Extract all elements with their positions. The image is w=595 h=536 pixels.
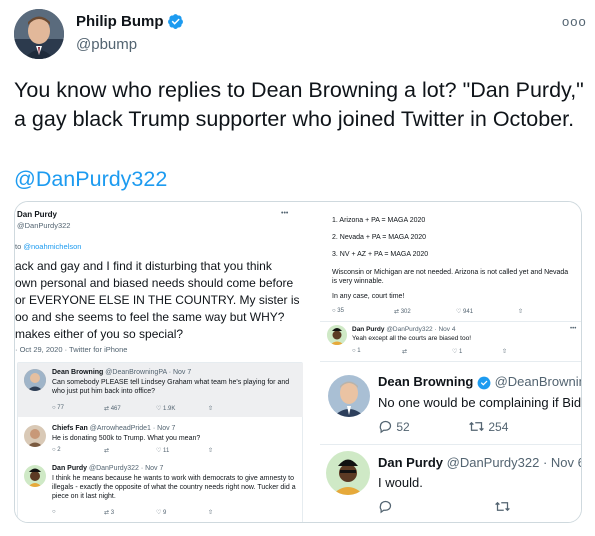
retweet-icon: ⇄ xyxy=(402,349,408,355)
tweet-text: You know who replies to Dean Browning a … xyxy=(14,78,584,131)
avatar xyxy=(327,325,347,345)
quoted-tweet: Dean Browning @DeanBrowningPA · Nov 7 Ca… xyxy=(18,363,303,417)
reply-icon: 52 xyxy=(378,419,468,434)
reply-count: 52 xyxy=(396,419,410,434)
like-count: ♡ 11 xyxy=(156,448,170,454)
reply-author: Dan Purdy @DanPurdy322 · Nov 6 xyxy=(378,455,582,470)
retweet-count: ⇄ 3 xyxy=(104,510,115,516)
list-item: 1. Arizona + PA = MAGA 2020 xyxy=(332,217,426,224)
quoted-thread: Dean Browning @DeanBrowningPA · Nov 7 Ca… xyxy=(17,362,303,522)
reply-author: Dan Purdy @DanPurdy322 · Nov 4 xyxy=(352,326,456,333)
reply-text: I would. xyxy=(378,475,423,490)
reply-text: Yeah except all the courts are biased to… xyxy=(352,335,472,342)
left-screenshot: Dan Purdy @DanPurdy322 ••• to @noahmiche… xyxy=(15,202,320,522)
share-icon: ⇧ xyxy=(208,448,214,454)
author-handle[interactable]: @pbump xyxy=(76,36,137,53)
reply-icon xyxy=(378,499,494,514)
reply-count: ○ 1 xyxy=(352,348,361,354)
reply-count: ○ 35 xyxy=(332,308,344,314)
author-name[interactable]: Philip Bump xyxy=(76,13,164,30)
avatar xyxy=(24,425,46,447)
replying-to: to @noahmichelson xyxy=(15,242,82,251)
reply-dean-browning: Dean Browning @DeanBrowning No one would… xyxy=(320,361,582,444)
tweet-actions: ○ 35 ⇄ 302 ♡ 941 ⇧ xyxy=(332,308,580,315)
screenshot-author-name: Dan Purdy xyxy=(17,210,58,219)
verified-icon xyxy=(477,376,491,389)
more-icon: ••• xyxy=(570,326,577,332)
mention-link[interactable]: @DanPurdy322 xyxy=(14,165,167,194)
like-count: ♡ 1 xyxy=(452,349,463,355)
screenshot-date: · Oct 29, 2020 · Twitter for iPhone xyxy=(15,345,128,354)
tweet: Philip Bump @pbump ooo You know who repl… xyxy=(0,0,595,536)
screenshot-author-handle: @DanPurdy322 xyxy=(17,221,71,230)
avatar xyxy=(328,375,370,417)
quoted-text: Can somebody PLEASE tell Lindsey Graham … xyxy=(52,379,290,395)
retweet-count: 254 xyxy=(488,419,509,434)
list-item: 3. NV + AZ + PA = MAGA 2020 xyxy=(332,251,429,258)
like-count: ♡ 9 xyxy=(156,510,167,516)
like-count: ♡ 941 xyxy=(456,309,474,315)
avatar xyxy=(326,451,370,495)
reply-author: Dean Browning @DeanBrowning xyxy=(378,374,581,389)
avatar[interactable] xyxy=(14,9,64,59)
reply-actions: 52 254 xyxy=(378,419,508,434)
quoted-text: I think he means because he wants to wor… xyxy=(52,475,296,500)
media-image[interactable]: Dan Purdy @DanPurdy322 ••• to @noahmiche… xyxy=(14,201,582,523)
reply-actions xyxy=(378,499,511,514)
retweet-icon: 254 xyxy=(468,419,508,434)
quoted-actions: ○ ⇄ 3 ♡ 9 ⇧ xyxy=(52,509,260,516)
avatar xyxy=(24,369,46,391)
note-text: In any case, court time! xyxy=(332,293,405,300)
retweet-count: ⇄ xyxy=(104,448,110,454)
reply-text: No one would be complaining if Bide xyxy=(378,395,582,410)
reply-dan-purdy: Dan Purdy @DanPurdy322 · Nov 6 I would. xyxy=(320,444,582,522)
retweet-count: ⇄ 467 xyxy=(104,406,121,412)
list-item: 2. Nevada + PA = MAGA 2020 xyxy=(332,234,427,241)
quoted-author: Chiefs Fan @ArrowheadPride1 · Nov 7 xyxy=(52,425,176,432)
quoted-actions: ○ 77 ⇄ 467 ♡ 1.9K ⇧ xyxy=(52,405,260,412)
divider xyxy=(320,321,581,322)
body-line: own personal and biased needs should com… xyxy=(15,276,294,290)
reply-count: ○ xyxy=(52,509,56,515)
avatar xyxy=(24,465,46,487)
quoted-text: He is donating 500k to Trump. What you m… xyxy=(52,435,201,442)
retweet-count: ⇄ 302 xyxy=(394,309,411,315)
quoted-author: Dan Purdy @DanPurdy322 · Nov 7 xyxy=(52,465,164,472)
reply-count: ○ 77 xyxy=(52,405,64,411)
body-line: or EVERYONE ELSE IN THE COUNTRY. My sist… xyxy=(15,293,300,307)
reply-actions: ○ 1 ⇄ ♡ 1 ⇧ xyxy=(352,348,552,355)
body-line: ack and gay and I find it disturbing tha… xyxy=(15,259,272,273)
share-icon: ⇧ xyxy=(208,406,214,412)
like-count: ♡ 1.9K xyxy=(156,406,176,412)
share-icon: ⇧ xyxy=(518,309,524,315)
verified-icon xyxy=(168,14,183,29)
body-line: oo and she seems to feel the same way bu… xyxy=(15,310,285,324)
screenshot-body: ack and gay and I find it disturbing tha… xyxy=(15,258,315,343)
share-icon: ⇧ xyxy=(502,349,508,355)
quoted-author: Dean Browning @DeanBrowningPA · Nov 7 xyxy=(52,369,192,376)
retweet-icon xyxy=(494,499,511,514)
right-screenshot: 1. Arizona + PA = MAGA 2020 2. Nevada + … xyxy=(320,202,582,522)
body-line: makes either of you so special? xyxy=(15,327,184,341)
more-options-icon[interactable]: ooo xyxy=(562,14,587,29)
election-list: 1. Arizona + PA = MAGA 2020 2. Nevada + … xyxy=(332,212,428,263)
quoted-actions: ○ 2 ⇄ ♡ 11 ⇧ xyxy=(52,447,260,454)
reply-count: ○ 2 xyxy=(52,447,61,453)
note-text: Wisconsin or Michigan are not needed. Ar… xyxy=(332,269,569,285)
share-icon: ⇧ xyxy=(208,510,214,516)
screenshot-more-icon: ••• xyxy=(281,210,289,217)
